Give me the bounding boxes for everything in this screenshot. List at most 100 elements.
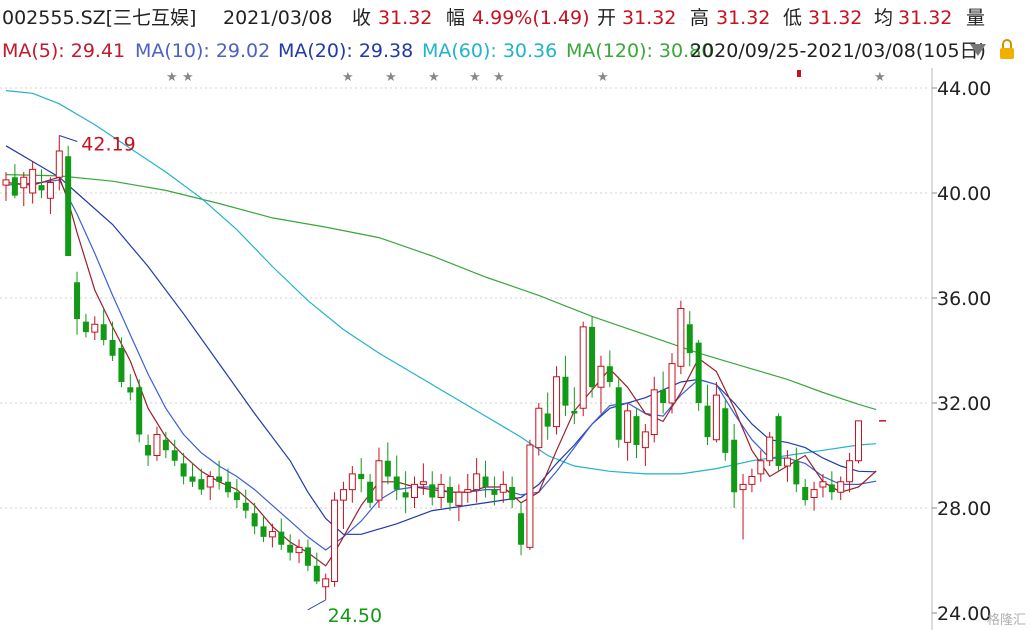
candle-body: [198, 479, 205, 490]
y-tick-label: 36.00: [937, 288, 991, 310]
candle-body: [20, 176, 28, 189]
star-marker: ★: [385, 70, 397, 85]
candle-body: [660, 389, 667, 403]
candle-body: [29, 168, 37, 194]
candle-body: [793, 460, 800, 485]
high-pointer: [59, 135, 78, 142]
candle-body: [419, 481, 427, 485]
candle-body: [331, 499, 339, 582]
candle-body: [633, 416, 640, 445]
candle-body: [589, 326, 596, 388]
candle-body: [189, 476, 196, 482]
candle-body: [225, 481, 231, 493]
star-marker: ★: [166, 70, 178, 85]
candle-body: [153, 434, 161, 456]
candle-body: [109, 340, 116, 356]
candle-body: [260, 526, 267, 537]
candle-body: [739, 483, 747, 491]
candle-body: [854, 420, 862, 462]
candle-body: [464, 489, 472, 493]
candle-body: [783, 457, 791, 467]
candle-body: [722, 408, 729, 453]
candle-body: [206, 476, 214, 488]
candle-body: [82, 321, 89, 333]
star-marker: ★: [597, 70, 609, 85]
candle-body: [180, 463, 187, 477]
candle-body: [712, 394, 720, 441]
candle-body: [473, 473, 481, 491]
candle-body: [553, 376, 561, 428]
candle-body: [268, 531, 276, 538]
candle-body: [695, 342, 702, 403]
candle-body: [65, 156, 72, 256]
candle-body: [38, 185, 45, 191]
candle-body: [668, 363, 676, 404]
candle-body: [731, 439, 738, 493]
candle-body: [597, 365, 605, 388]
candle-body: [447, 487, 453, 503]
candle-body: [11, 177, 18, 196]
candle-body: [339, 489, 347, 501]
candle-body: [482, 476, 489, 487]
triangle-down-icon[interactable]: [970, 44, 986, 56]
candle-body: [766, 436, 774, 462]
candle-body: [499, 483, 507, 493]
candle-body: [544, 413, 551, 427]
candle-body: [775, 416, 782, 466]
candle-body: [384, 460, 391, 477]
star-marker: ★: [874, 70, 886, 85]
candle-body: [162, 439, 169, 451]
candle-body: [46, 182, 54, 199]
candle-body: [437, 483, 445, 498]
ma120-line: [5, 174, 877, 411]
candle-body: [686, 324, 693, 354]
high-annotation: 42.19: [81, 134, 135, 156]
candle-body: [562, 376, 569, 406]
candle-body: [367, 481, 374, 503]
candle-body: [641, 431, 649, 449]
candle-body: [802, 487, 809, 501]
candle-body: [579, 326, 587, 409]
candle-body: [704, 405, 711, 438]
candle-body: [819, 481, 827, 488]
candle-body: [118, 347, 125, 382]
candle-body: [615, 387, 622, 440]
watermark: 格隆汇: [986, 613, 1026, 628]
y-tick-label: 44.00: [937, 78, 991, 100]
y-tick-label: 32.00: [937, 393, 991, 415]
candle-body: [455, 491, 463, 506]
candle-body: [251, 513, 258, 527]
candle-body: [837, 481, 845, 493]
y-tick-label: 24.00: [937, 603, 991, 625]
candle-body: [233, 492, 240, 501]
red-flag-marker: [797, 70, 801, 77]
candle-body: [2, 179, 10, 186]
candle-body: [55, 150, 63, 178]
candle-body: [491, 489, 498, 495]
candle-body: [748, 476, 756, 485]
y-tick-label: 40.00: [937, 183, 991, 205]
y-tick-label: 28.00: [937, 498, 991, 520]
candle-body: [757, 460, 765, 475]
candle-body: [410, 483, 418, 498]
lock-icon[interactable]: [1000, 39, 1014, 59]
candle-body: [127, 387, 134, 393]
candlestick-chart[interactable]: 44.00 40.00 36.00 32.00 28.00 24.00 ★ ★ ★ ★ ★ ★ ★ ★ ★ 4…: [0, 0, 1030, 630]
candle-body: [624, 410, 632, 443]
candle-body: [91, 323, 99, 333]
candle-body: [509, 487, 516, 501]
candle-body: [295, 546, 303, 554]
low-annotation: 24.50: [328, 605, 382, 627]
candle-body: [375, 460, 383, 501]
star-marker: ★: [493, 70, 505, 85]
candle-body: [526, 444, 534, 548]
candle-body: [100, 324, 107, 340]
candle-body: [313, 565, 320, 582]
candle-body: [304, 547, 311, 566]
candle-body: [358, 473, 365, 480]
candle-body: [571, 410, 578, 414]
candle-body: [287, 544, 294, 553]
candle-body: [846, 460, 854, 483]
star-marker: ★: [469, 70, 481, 85]
candle-body: [677, 308, 685, 367]
